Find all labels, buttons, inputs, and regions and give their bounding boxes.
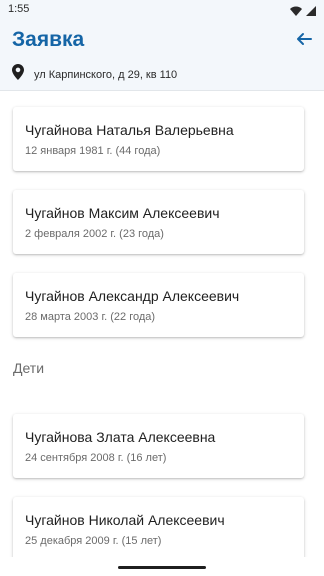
- person-name: Чугайнов Александр Алексеевич: [25, 288, 240, 304]
- arrow-back-icon: [296, 31, 312, 52]
- status-icons: [290, 3, 316, 21]
- wifi-icon: [290, 3, 302, 21]
- gesture-nav-handle[interactable]: [118, 566, 206, 569]
- person-name: Чугайнов Максим Алексеевич: [25, 205, 220, 221]
- back-button[interactable]: [292, 29, 316, 53]
- address-text: ул Карпинского, д 29, кв 110: [34, 68, 178, 81]
- app-header: Заявка ул Карпинского, д 29, кв 110: [0, 20, 324, 90]
- person-name: Чугайнова Наталья Валерьевна: [25, 122, 234, 138]
- child-card[interactable]: Чугайнова Злата Алексеевна 24 сентября 2…: [13, 414, 304, 478]
- child-card[interactable]: Чугайнов Николай Алексеевич 25 декабря 2…: [13, 497, 304, 561]
- child-birthdate: 24 сентября 2008 г. (16 лет): [25, 452, 167, 464]
- header-divider: [0, 90, 324, 91]
- status-time: 1:55: [8, 3, 30, 15]
- location-pin-icon: [12, 64, 24, 85]
- children-section-label: Дети: [13, 360, 45, 376]
- child-name: Чугайнов Николай Алексеевич: [25, 512, 225, 528]
- child-name: Чугайнова Злата Алексеевна: [25, 429, 216, 445]
- address-row: ул Карпинского, д 29, кв 110: [12, 64, 177, 85]
- person-birthdate: 12 января 1981 г. (44 года): [25, 145, 161, 157]
- person-card[interactable]: Чугайнов Александр Алексеевич 28 марта 2…: [13, 273, 304, 337]
- person-birthdate: 2 февраля 2002 г. (23 года): [25, 228, 164, 240]
- child-birthdate: 25 декабря 2009 г. (15 лет): [25, 535, 162, 547]
- status-bar: 1:55: [0, 0, 324, 20]
- signal-icon: [306, 3, 316, 21]
- person-card[interactable]: Чугайнова Наталья Валерьевна 12 января 1…: [13, 107, 304, 171]
- page-title: Заявка: [12, 28, 85, 51]
- person-birthdate: 28 марта 2003 г. (22 года): [25, 311, 156, 323]
- person-card[interactable]: Чугайнов Максим Алексеевич 2 февраля 200…: [13, 190, 304, 254]
